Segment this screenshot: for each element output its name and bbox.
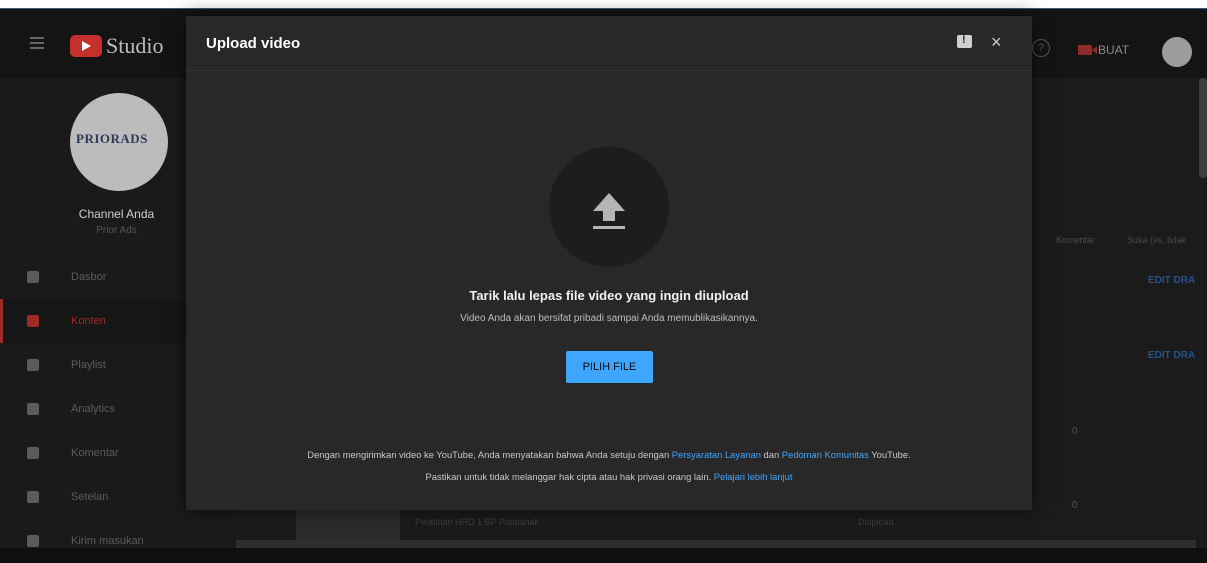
upload-dialog: Upload video × Tarik lalu lepas file vid…: [186, 16, 1032, 510]
channel-avatar[interactable]: PRIORADS: [70, 93, 168, 191]
settings-icon: [27, 491, 39, 503]
upload-arrow-icon: [593, 193, 625, 229]
edit-draft-link[interactable]: EDIT DRA: [1148, 350, 1195, 361]
video-camera-icon: [1078, 45, 1097, 55]
content-icon: [27, 315, 39, 327]
channel-avatar-brand: PRIORADS: [76, 131, 148, 146]
sidebar-item-label: Konten: [71, 315, 106, 327]
video-row-title[interactable]: Pelatihan HRD 1 BP Pontianak: [415, 517, 539, 527]
horizontal-scrollbar[interactable]: [236, 540, 1196, 548]
sidebar-item-kirim-masukan[interactable]: Kirim masukan: [0, 519, 233, 563]
close-icon[interactable]: ×: [991, 33, 1002, 51]
comments-count: 0: [1072, 500, 1078, 511]
sidebar-item-label: Playlist: [71, 359, 106, 371]
dashboard-icon: [27, 271, 39, 283]
youtube-logo-icon: [70, 35, 102, 57]
create-label: BUAT: [1098, 43, 1130, 57]
sidebar-item-label: Analytics: [71, 403, 116, 415]
terms-text: dan: [760, 449, 782, 460]
send-feedback-icon[interactable]: [957, 34, 972, 48]
select-file-button[interactable]: PILIH FILE: [566, 351, 653, 383]
terms-text: Dengan mengirimkan video ke YouTube, And…: [307, 449, 672, 460]
comments-count: 0: [1072, 426, 1078, 437]
privacy-text: Pastikan untuk tidak melanggar hak cipta…: [425, 471, 714, 482]
playlist-icon: [27, 359, 39, 371]
help-icon[interactable]: ?: [1032, 39, 1050, 57]
studio-logo[interactable]: Studio: [70, 33, 163, 59]
column-header-comments[interactable]: Komentar: [1056, 235, 1095, 245]
logo-text: Studio: [106, 33, 164, 58]
sidebar-item-label: Komentar: [71, 447, 119, 459]
sidebar-item-label: Kirim masukan: [71, 535, 144, 547]
upload-drop-zone[interactable]: [549, 147, 669, 267]
terms-text: YouTube.: [868, 449, 911, 460]
dialog-title: Upload video: [206, 35, 301, 52]
menu-icon[interactable]: [30, 37, 44, 49]
edit-draft-link[interactable]: EDIT DRA: [1148, 275, 1195, 286]
feedback-icon: [27, 535, 39, 547]
window-top-strip: [0, 0, 1207, 8]
sidebar-item-label: Dasbor: [71, 271, 107, 283]
learn-more-link[interactable]: Pelajari lebih lanjut: [714, 471, 793, 482]
comments-icon: [27, 447, 39, 459]
analytics-icon: [27, 403, 39, 415]
terms-of-service-link[interactable]: Persyaratan Layanan: [672, 449, 761, 460]
sidebar-item-label: Setelan: [71, 491, 109, 503]
dialog-header: Upload video ×: [186, 16, 1032, 71]
create-button[interactable]: BUAT: [1078, 43, 1129, 57]
drag-drop-title: Tarik lalu lepas file video yang ingin d…: [469, 288, 749, 303]
video-thumbnail[interactable]: [296, 505, 400, 545]
account-avatar[interactable]: [1162, 37, 1192, 67]
vertical-scrollbar[interactable]: [1199, 78, 1207, 178]
drag-drop-subtitle: Video Anda akan bersifat pribadi sampai …: [460, 313, 758, 324]
community-guidelines-link[interactable]: Pedoman Komunitas: [782, 449, 869, 460]
video-row-status: Diupload: [858, 517, 894, 527]
privacy-notice: Pastikan untuk tidak melanggar hak cipta…: [186, 471, 1032, 482]
terms-notice: Dengan mengirimkan video ke YouTube, And…: [186, 449, 1032, 460]
column-header-likes[interactable]: Suka (vs. tidak: [1127, 235, 1186, 245]
